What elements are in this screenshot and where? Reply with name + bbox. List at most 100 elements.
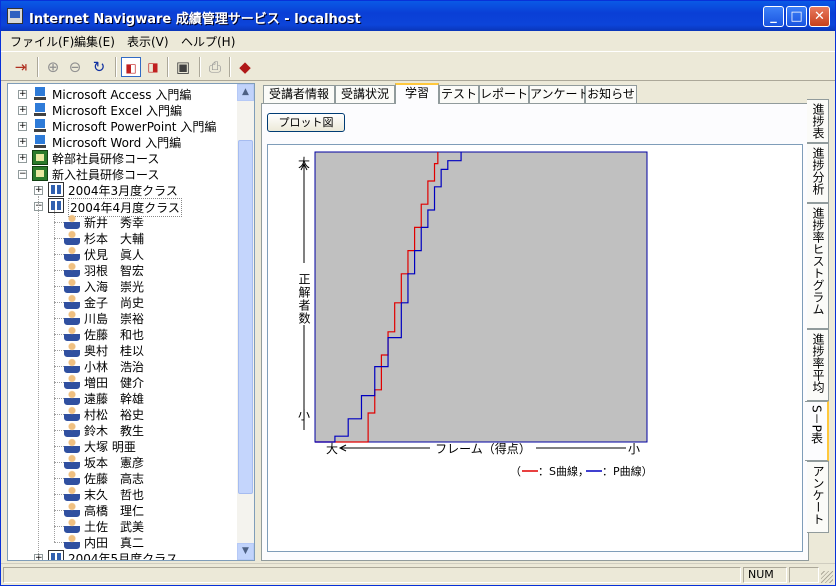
menu-edit[interactable]: 編集(E) [74,33,115,50]
tree-node-label[interactable]: 幹部社員研修コース [52,150,159,167]
tree-connector [54,446,64,447]
tab-survey[interactable]: アンケート [529,85,590,103]
tree-node-label[interactable]: 入海 崇光 [84,278,144,295]
view-compare-icon[interactable]: ◨ [143,57,163,77]
tab-student-info[interactable]: 受講者情報 [263,85,335,103]
expand-toggle[interactable]: + [34,186,43,195]
minimize-button[interactable]: _ [763,6,784,27]
zoom-out-icon[interactable]: ⊖ [65,57,85,77]
user-icon [64,390,80,405]
tree-connector [54,526,64,527]
user-icon [64,246,80,261]
scroll-down-arrow[interactable]: ▼ [237,543,254,560]
close-button[interactable]: ✕ [809,6,830,27]
expand-toggle[interactable]: + [18,106,27,115]
expand-toggle[interactable]: + [18,122,27,131]
expand-toggle[interactable]: − [18,170,27,179]
user-icon [64,454,80,469]
tree-node-label[interactable]: 大塚 明亜 [84,438,136,455]
tree-connector [54,210,55,542]
vtab-progress-average[interactable]: 進捗率平均 [807,329,829,401]
tree-node-label[interactable]: 村松 裕史 [84,406,144,423]
tree-node-label[interactable]: 坂本 憲彦 [84,454,144,471]
vtab-survey[interactable]: アンケート [807,461,829,533]
tab-report[interactable]: レポート [479,85,529,103]
vtab-label: アンケート [811,465,825,525]
tree-connector [54,350,64,351]
toolbar-separator [199,57,201,77]
user-icon [64,326,80,341]
tree-node-label[interactable]: 新井 秀幸 [84,214,144,231]
tree-node-label[interactable]: 佐藤 和也 [84,326,144,343]
print-icon[interactable]: ⎙ [205,57,225,77]
tree-node-label[interactable]: 内田 真二 [84,534,144,551]
menu-file[interactable]: ファイル(F) [10,33,74,50]
vtab-label: 進捗分析 [811,147,825,195]
sp-chart: 大小正解者数大 小フレーム（得点）（ ：S曲線， ：P曲線） [297,151,653,478]
tree-node-label[interactable]: Microsoft PowerPoint 入門編 [52,118,216,135]
expand-toggle[interactable]: + [18,138,27,147]
maximize-button[interactable]: □ [786,6,807,27]
tree-node-label[interactable]: Microsoft Word 入門編 [52,134,181,151]
tree-node-label[interactable]: 土佐 武美 [84,518,144,535]
tree-node-label[interactable]: 金子 尚史 [84,294,144,311]
tree-node-label[interactable]: 羽根 智宏 [84,262,144,279]
tree-node-label[interactable]: 佐藤 高志 [84,470,144,487]
course-tree[interactable]: + Microsoft Access 入門編 + Microsoft Excel 入門… [7,83,255,561]
tree-node-label[interactable]: 末久 哲也 [84,486,144,503]
expand-toggle[interactable]: + [18,90,27,99]
tree-node-label[interactable]: Microsoft Access 入門編 [52,86,191,103]
user-icon [64,422,80,437]
menu-bar: ファイル(F) 編集(E) 表示(V) ヘルプ(H) [1,31,835,51]
user-icon [64,518,80,533]
tab-notice[interactable]: お知らせ [585,85,637,103]
view-split-icon[interactable]: ◧ [121,57,141,77]
tab-body: プロット図 大小正解者数大小フレーム（得点）（：S曲線， ：P曲線） [261,103,809,561]
tree-node-label[interactable]: 小林 浩治 [84,358,144,375]
legend-s-label: ：S曲線， [538,464,589,478]
vtab-progress-histogram[interactable]: 進捗率ヒストグラム [807,203,829,329]
tree-node-label[interactable]: 高橋 理仁 [84,502,144,519]
scroll-up-arrow[interactable]: ▲ [237,84,254,101]
tree-connector [54,286,64,287]
user-icon [64,214,80,229]
app-icon [7,8,23,24]
tab-attendance[interactable]: 受講状況 [335,85,395,103]
tree-node-label[interactable]: Microsoft Excel 入門編 [52,102,182,119]
vtab-progress-table[interactable]: 進捗表 [807,99,829,143]
report-icon[interactable]: ▣ [173,57,193,77]
menu-help[interactable]: ヘルプ(H) [181,33,235,50]
num-lock-indicator: NUM [743,567,787,583]
title-bar[interactable]: Internet Navigware 成績管理サービス - localhost … [1,1,835,31]
x-axis-right-label: 小 [628,442,640,456]
toolbar-separator [167,57,169,77]
tree-node-label[interactable]: 鈴木 教生 [84,422,144,439]
tree-connector [54,398,64,399]
scroll-thumb[interactable] [238,140,253,494]
tree-node-label[interactable]: 遠藤 幹雄 [84,390,144,407]
vtab-sp-table[interactable]: S－P表 [805,401,829,461]
exit-icon[interactable]: ⇥ [11,57,31,77]
tab-test[interactable]: テスト [439,85,479,103]
pc-icon [32,134,48,149]
tree-node-label[interactable]: 新入社員研修コース [52,166,159,183]
tab-learning[interactable]: 学習 [395,83,439,104]
vtab-progress-analysis[interactable]: 進捗分析 [807,143,829,203]
tree-node-label[interactable]: 増田 健介 [84,374,144,391]
tree-node-label[interactable]: 2004年3月度クラス [68,182,178,199]
tree-connector [54,222,64,223]
refresh-icon[interactable]: ↻ [89,57,109,77]
tree-node-label[interactable]: 奥村 桂以 [84,342,144,359]
plot-button[interactable]: プロット図 [267,113,345,132]
tree-node-label[interactable]: 杉本 大輔 [84,230,144,247]
expand-toggle[interactable]: + [18,154,27,163]
resize-grip[interactable] [821,571,833,583]
tree-node-label[interactable]: 川島 崇裕 [84,310,144,327]
tree-scrollbar[interactable]: ▲ ▼ [237,84,254,560]
tree-node-label[interactable]: 伏見 眞人 [84,246,144,263]
tree-node-label[interactable]: 2004年5月度クラス [68,550,178,560]
book-icon[interactable]: ◆ [235,57,255,77]
menu-view[interactable]: 表示(V) [127,33,169,50]
user-icon [64,230,80,245]
zoom-in-icon[interactable]: ⊕ [43,57,63,77]
